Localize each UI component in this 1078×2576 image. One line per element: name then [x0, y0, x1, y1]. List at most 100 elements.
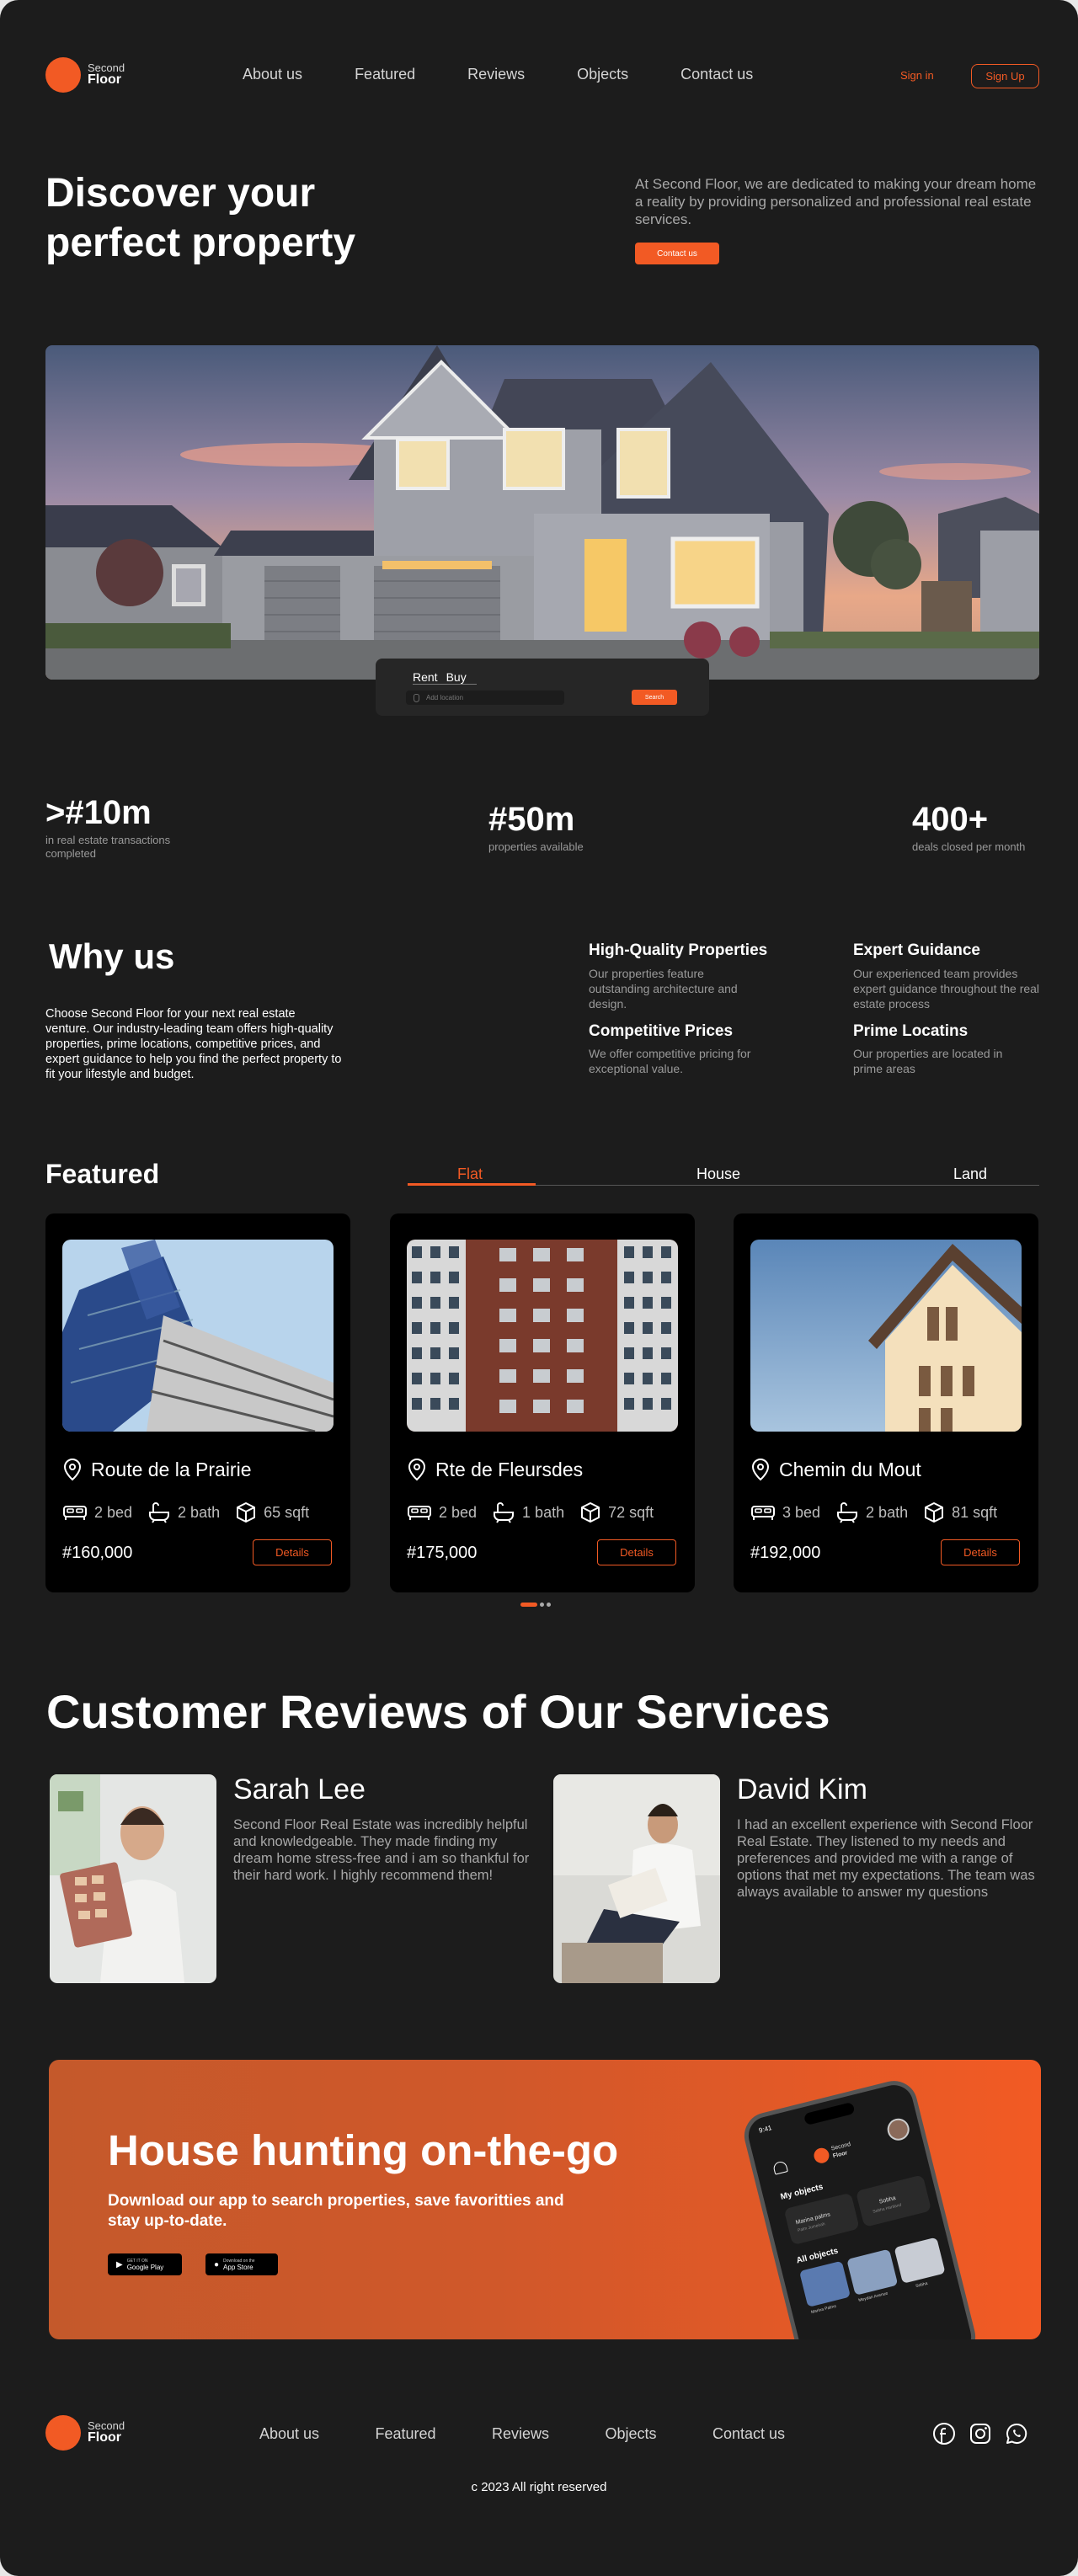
bed-count: 2 bed	[94, 1503, 133, 1521]
reviews-title: Customer Reviews of Our Services	[46, 1685, 830, 1738]
facebook-icon[interactable]	[932, 2422, 956, 2445]
bath-count: 2 bath	[178, 1503, 221, 1521]
reviewer-name: Sarah Lee	[233, 1773, 366, 1805]
review-text: I had an excellent experience with Secon…	[737, 1817, 1035, 1900]
promo-subtitle: Download our app to search properties, s…	[108, 2192, 564, 2230]
location-pin-icon	[751, 1458, 770, 1481]
hero-house-image	[45, 345, 1039, 680]
logo-line2: Floor	[88, 72, 121, 88]
details-button[interactable]: Details	[253, 1539, 332, 1565]
property-price: #192,000	[750, 1544, 821, 1562]
phone-logo-mark	[812, 2146, 831, 2165]
tab-flat[interactable]: Flat	[457, 1165, 483, 1183]
signin-link[interactable]: Sign in	[900, 69, 934, 82]
google-play-label: Google Play	[126, 2263, 164, 2271]
app-promo-banner: House hunting on-the-go Download our app…	[49, 2060, 1041, 2339]
bath-icon	[837, 1502, 858, 1523]
property-card[interactable]: Route de la Prairie 2 bed 2 bath 65 sqft…	[45, 1213, 350, 1592]
logo-mark	[45, 57, 81, 93]
tab-house[interactable]: House	[696, 1165, 740, 1183]
contact-us-button[interactable]: Contact us	[635, 243, 719, 264]
bed-icon	[63, 1506, 87, 1520]
bed-count: 3 bed	[782, 1503, 821, 1521]
area-cube-icon	[925, 1502, 944, 1523]
property-price: #160,000	[62, 1544, 133, 1562]
area-cube-icon	[581, 1502, 600, 1523]
property-card[interactable]: Rte de Fleursdes 2 bed 1 bath 72 sqft #1…	[390, 1213, 695, 1592]
bath-icon	[494, 1502, 515, 1523]
stat-label-transactions: in real estate transactions completed	[45, 834, 171, 860]
area-size: 72 sqft	[608, 1503, 654, 1521]
feature-text-locations: Our properties are located in prime area…	[853, 1047, 1003, 1075]
phone-mockup: 9:41 Second Floor My objects Marina palms…	[739, 2060, 1041, 2339]
nav-featured[interactable]: Featured	[355, 66, 415, 83]
bell-icon	[772, 2160, 788, 2175]
bath-count: 2 bath	[866, 1503, 909, 1521]
stat-value-transactions: >#10m	[45, 794, 152, 831]
carousel-dot-active[interactable]	[520, 1603, 537, 1607]
tab-land[interactable]: Land	[953, 1165, 987, 1183]
stat-value-deals: 400+	[912, 801, 989, 838]
phone-object-card: Sobha Sobha Hartland	[855, 2174, 932, 2227]
property-card[interactable]: Chemin du Mout 3 bed 2 bath 81 sqft #192…	[734, 1213, 1038, 1592]
footer-nav: About us Featured Reviews Objects Contac…	[259, 2425, 837, 2443]
app-store-button[interactable]: ● Download on the App Store	[205, 2253, 278, 2275]
nav-about-us[interactable]: About us	[243, 66, 302, 83]
copyright-text: c 2023 All right reserved	[471, 2480, 607, 2494]
nav-objects[interactable]: Objects	[577, 66, 628, 83]
carousel-dot[interactable]	[540, 1603, 544, 1607]
property-image	[407, 1240, 678, 1432]
footer-nav-reviews[interactable]: Reviews	[492, 2425, 549, 2443]
feature-text-prices: We offer competitive pricing for excepti…	[589, 1047, 751, 1075]
google-play-button[interactable]: ▶ GET IT ON Google Play	[108, 2253, 182, 2275]
main-nav: About us Featured Reviews Objects Contac…	[243, 66, 805, 83]
logo[interactable]: Second Floor	[45, 57, 125, 93]
search-tab-rent[interactable]: Rent	[413, 670, 438, 684]
nav-reviews[interactable]: Reviews	[467, 66, 525, 83]
why-us-description: Choose Second Floor for your next real e…	[45, 1007, 342, 1081]
property-image	[62, 1240, 334, 1432]
bath-icon	[149, 1502, 170, 1523]
search-button[interactable]: Search	[632, 690, 677, 705]
footer-logo-line1: Second	[88, 2419, 125, 2432]
stat-label-properties: properties available	[488, 840, 584, 853]
featured-tabs: Flat House Land	[408, 1162, 1039, 1186]
area-size: 81 sqft	[952, 1503, 998, 1521]
area-cube-icon	[237, 1502, 256, 1523]
footer-logo-line2: Floor	[88, 2430, 121, 2445]
property-location: Chemin du Mout	[779, 1458, 921, 1480]
footer-nav-featured[interactable]: Featured	[376, 2425, 436, 2443]
reviewer-name: David Kim	[737, 1773, 867, 1805]
nav-contact-us[interactable]: Contact us	[680, 66, 753, 83]
promo-title: House hunting on-the-go	[108, 2126, 619, 2174]
instagram-icon[interactable]	[969, 2422, 992, 2445]
location-input[interactable]: Add location	[406, 691, 564, 705]
phone-object-sub: Sobha Hartland	[872, 2202, 902, 2215]
feature-title-quality: High-Quality Properties	[589, 941, 768, 959]
property-location: Route de la Prairie	[91, 1458, 252, 1480]
location-pin-icon	[408, 1458, 426, 1481]
page: Second Floor About us Featured Reviews O…	[0, 0, 1078, 2576]
footer-nav-about-us[interactable]: About us	[259, 2425, 319, 2443]
bed-icon	[751, 1506, 775, 1520]
footer-nav-contact-us[interactable]: Contact us	[712, 2425, 785, 2443]
reviewer-photo-david	[553, 1774, 720, 1983]
footer-nav-objects[interactable]: Objects	[606, 2425, 657, 2443]
carousel-dot[interactable]	[547, 1603, 551, 1607]
apple-icon: ●	[214, 2259, 220, 2269]
phone-all-name: Sobha	[915, 2280, 929, 2290]
hero-title: Discover your perfect property	[45, 171, 356, 265]
feature-title-prices: Competitive Prices	[589, 1022, 734, 1040]
stat-value-properties: #50m	[488, 801, 575, 838]
phone-object-card: Marina palms Palm Jumeirah	[783, 2192, 860, 2246]
carousel-dots[interactable]	[520, 1603, 551, 1607]
area-size: 65 sqft	[264, 1503, 310, 1521]
social-links	[932, 2422, 1028, 2445]
search-tab-buy[interactable]: Buy	[446, 670, 467, 684]
signup-button[interactable]: Sign Up	[971, 64, 1039, 88]
active-tab-indicator	[408, 1183, 536, 1186]
details-button[interactable]: Details	[941, 1539, 1020, 1565]
footer-logo[interactable]: Second Floor	[45, 2415, 125, 2451]
details-button[interactable]: Details	[597, 1539, 676, 1565]
whatsapp-icon[interactable]	[1005, 2422, 1028, 2445]
